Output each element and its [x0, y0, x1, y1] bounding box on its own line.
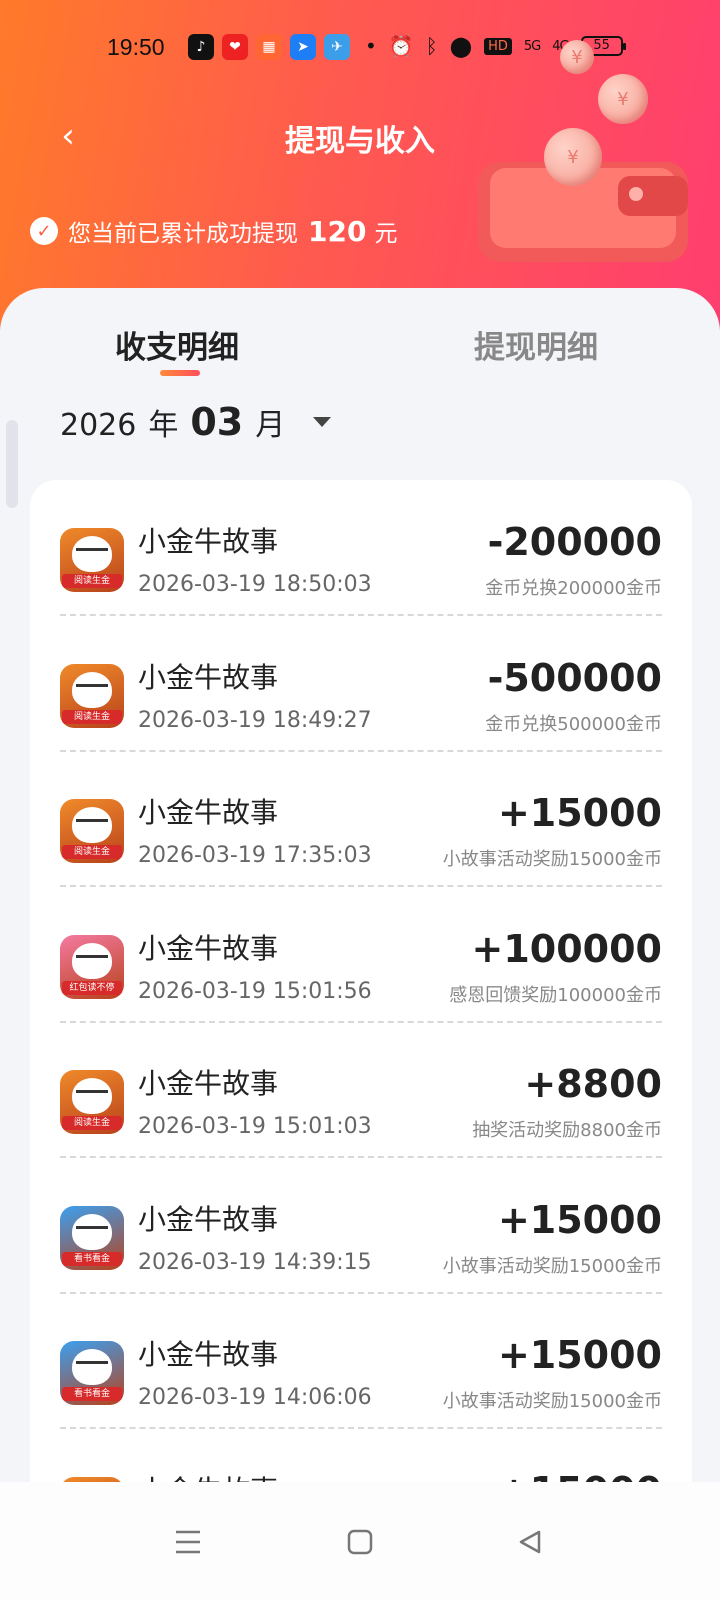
app-logo-tag: 阅读生金 — [62, 1116, 122, 1130]
app-logo-tag: 看书看金 — [62, 1387, 122, 1401]
transaction-row[interactable]: 阅读生金 小金牛故事 2026-03-19 18:49:27 -500000 金币兑换5… — [60, 616, 662, 752]
status-bar: 19:50 ♪ ❤ ▦ ➤ ✈ • ⏰ ᛒ ⬤ HD 5G 4G 55 — [0, 30, 720, 66]
transaction-time: 2026-03-19 18:50:03 — [138, 572, 372, 597]
transaction-row[interactable]: 看书看金 小金牛故事 2026-03-19 14:39:15 +15000 小故事活动奖… — [60, 1158, 662, 1294]
date-month-unit: 月 — [255, 408, 286, 443]
home-square-icon — [347, 1529, 373, 1555]
signal-5g-icon: 5G — [523, 38, 541, 54]
transaction-description: 金币兑换200000金币 — [485, 578, 662, 599]
alarm-icon: ⏰ — [388, 34, 414, 58]
transaction-amount: -500000 — [487, 655, 662, 700]
transaction-time: 2026-03-19 18:49:27 — [138, 707, 372, 733]
app-logo-tag: 看书看金 — [62, 1251, 122, 1266]
summary-unit: 元 — [374, 221, 398, 247]
transaction-time: 2026-03-19 15:01:56 — [138, 978, 372, 1004]
app-logo-icon: 阅读生金 — [60, 799, 124, 863]
app-logo-icon: 红包读不停 — [60, 934, 124, 999]
hd-icon: HD — [484, 37, 512, 55]
app-logo-icon: 看书看金 — [60, 1205, 124, 1270]
system-navigation-bar — [0, 1482, 720, 1600]
tab-withdraw-details[interactable]: 提现明细 — [474, 322, 598, 367]
glasses-icon — [76, 548, 108, 556]
active-tab-indicator — [160, 370, 200, 376]
transaction-app-name: 小金牛故事 — [138, 660, 279, 694]
transaction-time: 2026-03-19 14:39:15 — [138, 1249, 372, 1275]
notification-icons: ♪ ❤ ▦ ➤ ✈ — [188, 34, 350, 60]
coin-icon: ¥ — [560, 40, 594, 74]
glasses-icon — [76, 1090, 108, 1098]
dropdown-arrow-icon — [313, 417, 332, 427]
transaction-app-name: 小金牛故事 — [138, 796, 279, 829]
app-logo-tag: 阅读生金 — [62, 845, 122, 859]
bluetooth-icon: ᛒ — [425, 34, 438, 58]
nav-menu-button[interactable] — [168, 1522, 208, 1562]
withdraw-summary: ✓ 您当前已累计成功提现 120 元 — [30, 214, 397, 248]
location-icon: ⬤ — [449, 34, 473, 58]
transaction-time: 2026-03-19 17:35:03 — [138, 843, 372, 868]
transaction-amount: +15000 — [497, 1333, 662, 1377]
glasses-icon — [76, 683, 108, 692]
status-time: 19:50 — [107, 34, 165, 60]
glasses-icon — [76, 819, 108, 827]
date-month: 03 — [190, 400, 244, 444]
menu-icon — [176, 1530, 200, 1554]
app-logo-tag: 红包读不停 — [62, 980, 122, 995]
app-logo-icon: 阅读生金 — [60, 528, 124, 592]
transaction-amount: +100000 — [471, 926, 662, 971]
transaction-description: 小故事活动奖励15000金币 — [442, 849, 662, 870]
app-plane-icon: ✈ — [324, 34, 350, 60]
transaction-description: 小故事活动奖励15000金币 — [442, 1255, 662, 1277]
back-triangle-icon — [519, 1530, 541, 1554]
transaction-list: 阅读生金 小金牛故事 2026-03-19 18:50:03 -200000 金币兑换2… — [30, 480, 692, 1540]
scroll-handle[interactable] — [6, 420, 18, 508]
transaction-app-name: 小金牛故事 — [138, 1067, 279, 1100]
app-arrow-icon: ➤ — [290, 34, 316, 60]
transaction-app-name: 小金牛故事 — [138, 1202, 279, 1236]
transaction-amount: -200000 — [487, 520, 662, 564]
glasses-icon — [76, 1225, 108, 1234]
tab-income-expense[interactable]: 收支明细 — [115, 322, 239, 367]
nav-home-button[interactable] — [340, 1522, 380, 1562]
transaction-app-name: 小金牛故事 — [138, 525, 279, 558]
coin-icon: ¥ — [598, 74, 648, 124]
transaction-description: 感恩回馈奖励100000金币 — [449, 984, 662, 1006]
date-year-unit: 年 — [148, 408, 179, 443]
app-logo-icon: 阅读生金 — [60, 663, 124, 728]
date-year: 2026 — [60, 408, 137, 443]
glasses-icon — [76, 954, 108, 963]
transaction-description: 抽奖活动奖励8800金币 — [472, 1120, 662, 1141]
dot-icon: • — [365, 34, 377, 58]
summary-prefix: 您当前已累计成功提现 — [68, 221, 298, 247]
transaction-amount: +15000 — [497, 1197, 662, 1242]
transaction-description: 金币兑换500000金币 — [485, 713, 662, 735]
transaction-amount: +15000 — [497, 791, 662, 835]
transaction-row[interactable]: 阅读生金 小金牛故事 2026-03-19 18:50:03 -200000 金币兑换2… — [60, 480, 662, 616]
wallet-illustration: ¥ ¥ ¥ — [478, 40, 698, 268]
check-circle-icon: ✓ — [30, 217, 58, 245]
nav-back-button[interactable] — [510, 1522, 550, 1562]
app-grid-icon: ▦ — [256, 34, 282, 60]
transaction-row[interactable]: 阅读生金 小金牛故事 2026-03-19 15:01:03 +8800 抽奖活动奖励8… — [60, 1022, 662, 1158]
transaction-amount: +8800 — [524, 1062, 662, 1106]
coin-icon: ¥ — [544, 128, 602, 186]
transaction-row[interactable]: 红包读不停 小金牛故事 2026-03-19 15:01:56 +100000 感恩回馈… — [60, 887, 662, 1023]
app-heart-icon: ❤ — [222, 34, 248, 60]
transaction-row[interactable]: 看书看金 小金牛故事 2026-03-19 14:06:06 +15000 小故事活动奖… — [60, 1293, 662, 1429]
app-logo-tag: 阅读生金 — [62, 574, 122, 588]
transaction-row[interactable]: 阅读生金 小金牛故事 2026-03-19 17:35:03 +15000 小故事活动奖… — [60, 751, 662, 887]
app-logo-icon: 看书看金 — [60, 1341, 124, 1405]
transaction-description: 小故事活动奖励15000金币 — [442, 1391, 662, 1412]
app-logo-tag: 阅读生金 — [62, 709, 122, 724]
month-selector[interactable]: 2026 年 03 月 — [60, 400, 332, 444]
transaction-time: 2026-03-19 15:01:03 — [138, 1114, 372, 1139]
tiktok-icon: ♪ — [188, 34, 214, 60]
app-logo-icon: 阅读生金 — [60, 1070, 124, 1134]
glasses-icon — [76, 1361, 108, 1369]
transaction-time: 2026-03-19 14:06:06 — [138, 1385, 372, 1410]
header-banner: 19:50 ♪ ❤ ▦ ➤ ✈ • ⏰ ᛒ ⬤ HD 5G 4G 55 ‹ 提现… — [0, 0, 720, 330]
transaction-app-name: 小金牛故事 — [138, 931, 279, 965]
transaction-app-name: 小金牛故事 — [138, 1338, 279, 1371]
summary-amount: 120 — [308, 214, 367, 248]
